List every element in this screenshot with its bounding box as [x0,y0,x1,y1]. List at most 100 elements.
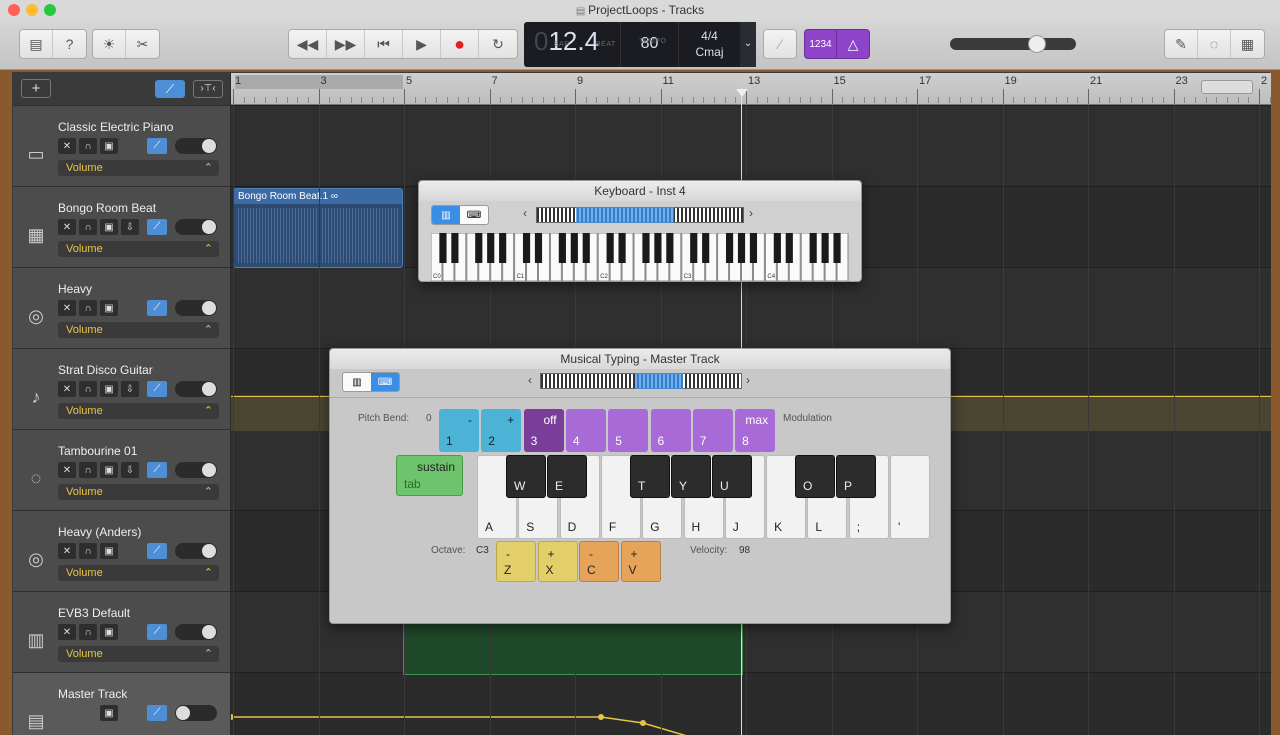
black-key[interactable] [522,233,531,263]
typing-black-key[interactable]: Y [671,455,711,498]
track-lane[interactable] [231,105,1271,186]
black-key[interactable] [737,233,746,263]
automation-icon[interactable]: ⟋ [147,543,167,559]
black-key[interactable] [606,233,614,263]
catch-playhead-icon[interactable]: ›⊤‹ [193,80,223,98]
lcd-dropdown-chevron-icon[interactable]: ⌄ [740,22,756,67]
volume-automation-select[interactable]: Volume ⌃ [58,565,219,581]
metronome-icon[interactable]: △ [837,30,869,58]
mute-icon[interactable]: ✕ [58,381,76,397]
headphones-icon[interactable]: ∩ [79,138,97,154]
lock-icon[interactable]: ▣ [100,138,118,154]
zoom-window-button[interactable] [44,4,56,16]
tuner-icon[interactable]: ⁄ [764,30,796,58]
headphones-icon[interactable]: ∩ [79,462,97,478]
piano-keyboard-icon[interactable]: ▥ [432,206,460,224]
master-volume-slider[interactable] [950,38,1076,50]
piano-keyboard[interactable]: C0 C1 C2 C3 C4 [431,233,849,281]
mute-icon[interactable]: ✕ [58,462,76,478]
black-key[interactable] [773,233,781,263]
track-header[interactable]: Master Track ▤ ▣ ⟋ [13,672,230,735]
octave-left-chevron-icon[interactable]: ‹ [523,206,527,220]
number-key-3[interactable]: off 3 [523,409,564,452]
velocity-key-V[interactable]: + V [620,541,661,582]
sustain-key[interactable]: sustain tab [396,455,463,496]
mute-icon[interactable]: ✕ [58,543,76,559]
volume-automation-select[interactable]: Volume ⌃ [58,160,219,176]
play-icon[interactable]: ▶ [403,30,441,58]
mute-icon[interactable]: ✕ [58,138,76,154]
black-key[interactable] [451,233,459,263]
typing-octave-right-chevron-icon[interactable]: › [746,373,750,387]
keyboard-range-selection[interactable] [576,207,674,223]
black-key[interactable] [666,233,674,263]
ruler[interactable]: 1 3 5 7 9 11 13 15 17 19 21 23 2 [231,73,1271,105]
track-on-toggle[interactable] [175,300,217,316]
library-icon[interactable]: ▤ [20,30,53,58]
number-key-6[interactable]: 6 [650,409,691,452]
mute-icon[interactable]: ✕ [58,219,76,235]
black-key[interactable] [558,233,566,263]
lock-icon[interactable]: ▣ [100,543,118,559]
automation-icon[interactable]: ⟋ [147,705,167,721]
automation-icon[interactable]: ⟋ [147,219,167,235]
count-in-button[interactable]: 1234 [805,30,838,58]
record-enable-icon[interactable]: ⇩ [121,219,139,235]
track-header[interactable]: Heavy (Anders) ◎ ✕ ∩ ▣ ⟋ Volume ⌃ [13,510,230,591]
typing-black-key[interactable]: W [506,455,546,498]
typing-range-selection[interactable] [635,373,683,389]
mute-icon[interactable]: ✕ [58,300,76,316]
black-key[interactable] [618,233,626,263]
typing-keyboard-icon[interactable]: ⌨ [371,373,399,391]
black-key[interactable] [570,233,578,263]
automation-icon[interactable]: ⟋ [147,462,167,478]
black-key[interactable] [833,233,841,263]
track-on-toggle[interactable] [175,624,217,640]
typing-black-key[interactable]: P [836,455,876,498]
track-header[interactable]: Heavy ◎ ✕ ∩ ▣ ⟋ Volume ⌃ [13,267,230,348]
cycle-area[interactable] [235,75,403,89]
minimize-window-button[interactable] [26,4,38,16]
black-key[interactable] [439,233,447,263]
typing-black-key[interactable]: O [795,455,835,498]
black-key[interactable] [534,233,543,263]
lock-icon[interactable]: ▣ [100,219,118,235]
automation-icon[interactable]: ⟋ [147,138,167,154]
show-automation-icon[interactable]: ⟋ [155,80,185,98]
record-enable-icon[interactable]: ⇩ [121,462,139,478]
record-icon[interactable]: ● [441,30,479,58]
track-header[interactable]: Bongo Room Beat ▦ ✕ ∩ ▣ ⇩ ⟋ Volume ⌃ [13,186,230,267]
lock-icon[interactable]: ▣ [100,462,118,478]
lock-icon[interactable]: ▣ [100,300,118,316]
help-icon[interactable]: ? [53,30,86,58]
black-key[interactable] [690,233,698,263]
lock-icon[interactable]: ▣ [100,705,118,721]
number-key-2[interactable]: +2 [481,409,522,452]
track-on-toggle[interactable] [175,138,217,154]
typing-white-key[interactable]: ' [890,455,930,539]
number-key-7[interactable]: 7 [692,409,733,452]
rewind-icon[interactable]: ◀◀ [289,30,327,58]
black-key[interactable] [785,233,793,263]
zoom-slider[interactable] [1201,80,1253,94]
lock-icon[interactable]: ▣ [100,624,118,640]
lcd-display[interactable]: 012.4 BAR BEAT 80 TEMPO 4/4 Cmaj ⌄ [524,22,756,67]
typing-black-key[interactable]: U [712,455,752,498]
headphones-icon[interactable]: ∩ [79,300,97,316]
black-key[interactable] [642,233,650,263]
black-key[interactable] [821,233,829,263]
track-header[interactable]: Strat Disco Guitar ♪ ✕ ∩ ▣ ⇩ ⟋ Volume ⌃ [13,348,230,429]
track-header[interactable]: Classic Electric Piano ▭ ✕ ∩ ▣ ⟋ Volume ⌃ [13,105,230,186]
number-key-1[interactable]: -1 [439,409,479,452]
master-volume-knob[interactable] [1028,35,1046,53]
track-on-toggle[interactable] [175,543,217,559]
black-key[interactable] [654,233,662,263]
octave-right-chevron-icon[interactable]: › [749,206,753,220]
number-key-4[interactable]: 4 [565,409,606,452]
velocity-key-C[interactable]: -C [579,541,619,582]
loop-browser-icon[interactable]: ◌ [1198,30,1231,58]
track-on-toggle[interactable] [175,381,217,397]
automation-icon[interactable]: ⟋ [147,624,167,640]
typing-keyboard-icon[interactable]: ⌨ [460,206,488,224]
volume-automation-select[interactable]: Volume ⌃ [58,484,219,500]
